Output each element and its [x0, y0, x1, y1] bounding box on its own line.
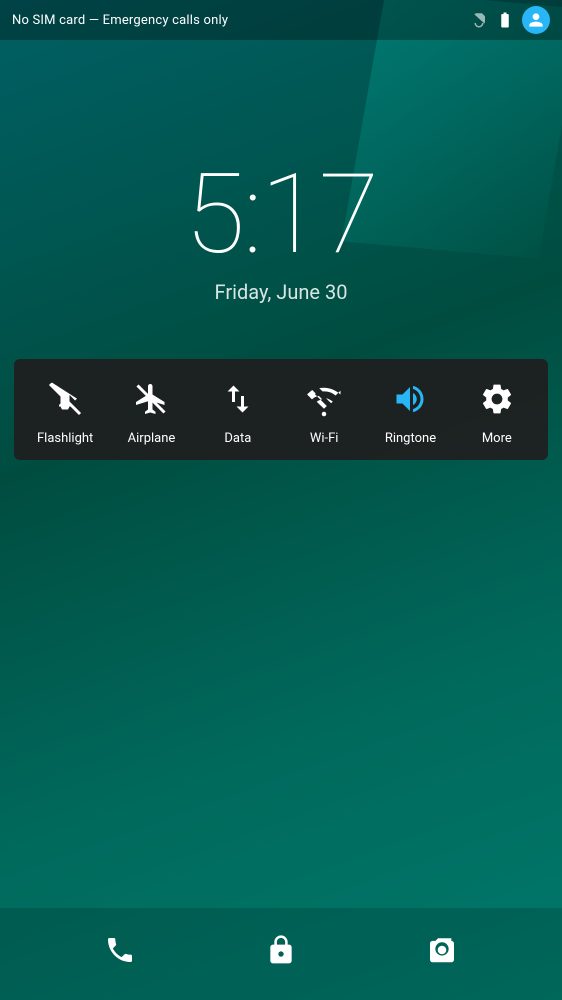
- flashlight-label: Flashlight: [37, 431, 93, 446]
- bottom-dock: [0, 908, 562, 1000]
- quick-action-airplane[interactable]: Airplane: [116, 377, 186, 446]
- ringtone-label: Ringtone: [385, 431, 436, 446]
- quick-actions-bar: Flashlight Airplane Data Wi-Fi: [14, 359, 548, 460]
- clock-date: Friday, June 30: [0, 280, 562, 304]
- ringtone-icon: [388, 377, 432, 421]
- lock-button[interactable]: [259, 928, 303, 972]
- sim-muted-icon: [470, 11, 488, 29]
- quick-action-ringtone[interactable]: Ringtone: [375, 377, 445, 446]
- wifi-off-icon: [302, 377, 346, 421]
- more-settings-icon: [475, 377, 519, 421]
- sim-status: No SIM card — Emergency calls only: [12, 13, 228, 28]
- account-avatar: [522, 6, 550, 34]
- data-icon: [216, 377, 260, 421]
- quick-action-data[interactable]: Data: [203, 377, 273, 446]
- clock-area: 5:17 Friday, June 30: [0, 160, 562, 304]
- quick-action-more[interactable]: More: [462, 377, 532, 446]
- status-bar: No SIM card — Emergency calls only: [0, 0, 562, 40]
- airplane-label: Airplane: [128, 431, 176, 446]
- data-label: Data: [224, 431, 251, 446]
- battery-icon: [496, 11, 514, 29]
- wifi-label: Wi-Fi: [310, 431, 339, 446]
- phone-button[interactable]: [98, 928, 142, 972]
- clock-time: 5:17: [0, 160, 562, 270]
- status-bar-icons: [470, 6, 550, 34]
- camera-button[interactable]: [420, 928, 464, 972]
- quick-action-wifi[interactable]: Wi-Fi: [289, 377, 359, 446]
- quick-action-flashlight[interactable]: Flashlight: [30, 377, 100, 446]
- flashlight-icon: [43, 377, 87, 421]
- airplane-icon: [129, 377, 173, 421]
- more-label: More: [482, 431, 512, 446]
